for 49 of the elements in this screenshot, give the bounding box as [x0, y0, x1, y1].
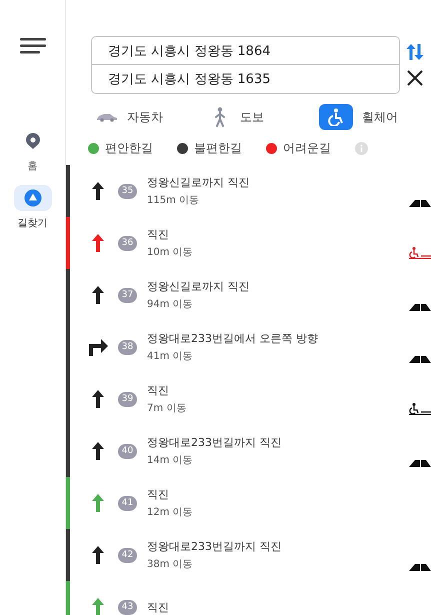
sidebar-item[interactable]: 홈	[14, 124, 52, 177]
step-distance: 94m 이동	[147, 298, 194, 311]
step-instruction: 직진	[147, 600, 170, 614]
step-number: 36	[118, 236, 137, 250]
step-instruction: 정왕신길로까지 직진	[147, 175, 250, 190]
step-distance: 41m 이동	[147, 350, 194, 363]
step-instruction: 직진	[147, 383, 170, 398]
step-distance: 12m 이동	[147, 506, 194, 519]
step-number: 40	[118, 444, 137, 458]
close-button[interactable]	[407, 70, 423, 86]
walking-person-icon	[214, 107, 226, 127]
step-number: 38	[118, 340, 137, 354]
step-instruction: 정왕신길로까지 직진	[147, 279, 250, 294]
car-icon	[96, 112, 118, 122]
step-instruction: 정왕대로233번길까지 직진	[147, 435, 282, 450]
menu-icon	[20, 38, 46, 54]
sidebar-item-label: 홈	[28, 160, 38, 173]
swap-button[interactable]	[406, 44, 424, 60]
legend-label: 편안한길	[105, 140, 153, 157]
step-instruction: 직진	[147, 487, 170, 502]
destination-field[interactable]: 경기도 시흥시 정왕동 1635	[91, 65, 400, 94]
step-distance: 14m 이동	[147, 454, 194, 467]
pin-icon	[24, 132, 40, 150]
swap-icon	[406, 44, 424, 60]
legend-label: 어려운길	[283, 140, 331, 157]
sidebar-item[interactable]: 길찾기	[14, 181, 52, 234]
step-number: 43	[118, 600, 137, 614]
close-icon	[407, 70, 423, 86]
step-number: 41	[118, 496, 137, 510]
wheelchair-icon	[327, 108, 345, 126]
travel-mode-tab[interactable]: 자동차	[96, 106, 209, 128]
menu-button[interactable]	[20, 38, 46, 54]
step-distance: 115m 이동	[147, 194, 200, 207]
step-number: 39	[118, 392, 137, 406]
travel-mode-tab[interactable]: 휠체어	[319, 104, 409, 130]
origin-field[interactable]: 경기도 시흥시 정왕동 1864	[91, 36, 400, 65]
navigation-icon	[24, 189, 42, 207]
step-distance: 7m 이동	[147, 402, 188, 415]
step-instruction: 정왕대로233번길에서 오른쪽 방향	[147, 331, 319, 346]
step-distance: 38m 이동	[147, 558, 194, 571]
step-number: 37	[118, 288, 137, 302]
step-instruction: 정왕대로233번길까지 직진	[147, 539, 282, 554]
sidebar-item-label: 길찾기	[18, 217, 48, 230]
travel-mode-tab[interactable]: 도보	[209, 106, 319, 128]
legend-label: 불편한길	[194, 140, 242, 157]
step-number: 35	[118, 184, 137, 198]
step-instruction: 직진	[147, 227, 170, 242]
step-distance: 10m 이동	[147, 246, 194, 259]
step-number: 42	[118, 548, 137, 562]
